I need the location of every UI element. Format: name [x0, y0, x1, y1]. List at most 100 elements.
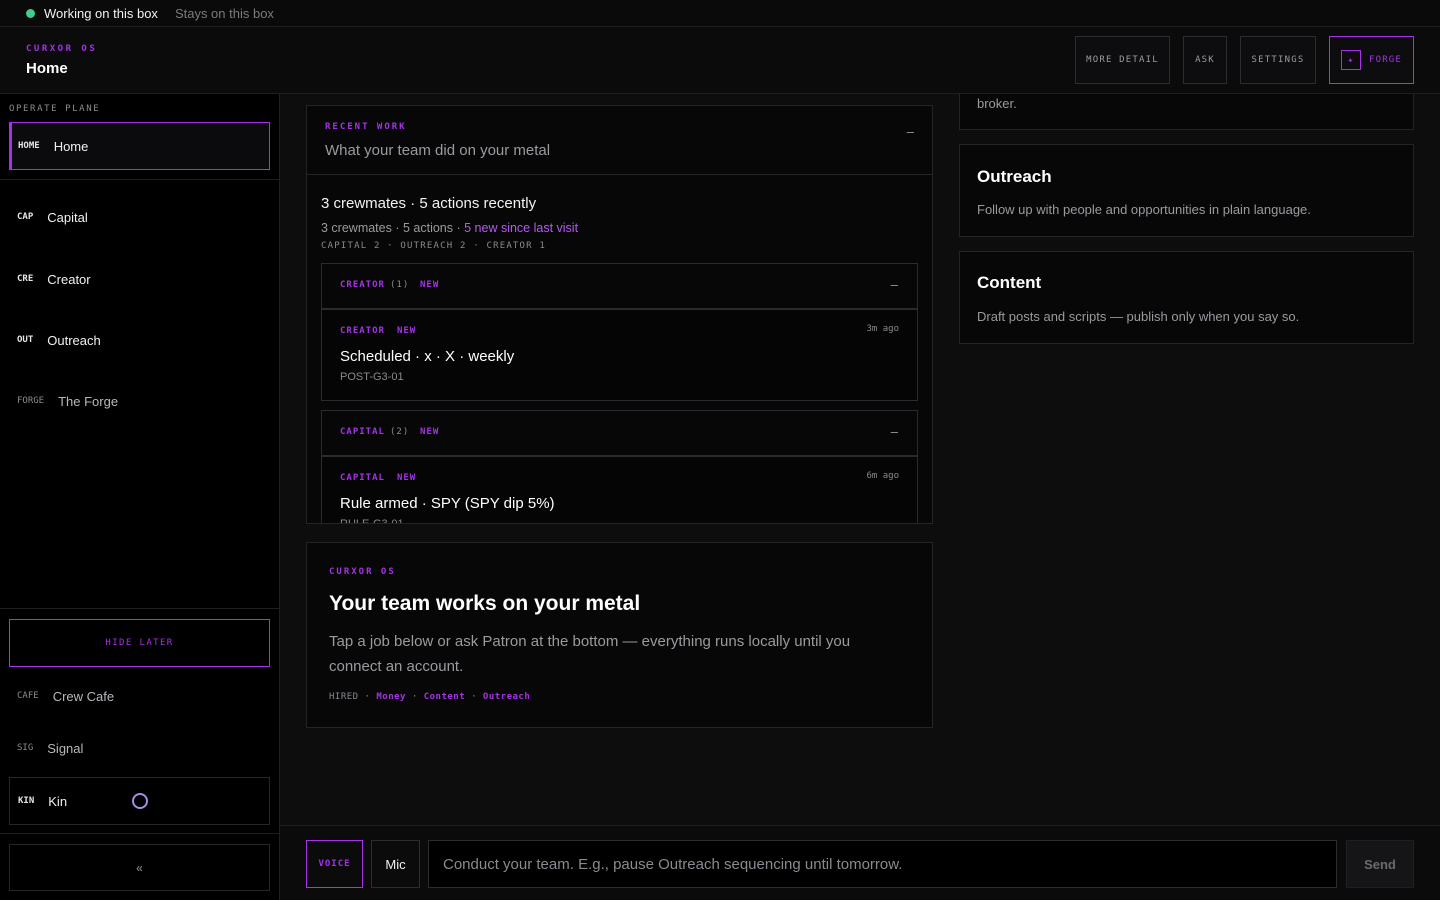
group-collapse-button[interactable]: –: [891, 278, 899, 292]
entry-title: Scheduled · x · X · weekly: [340, 348, 515, 365]
new-badge: NEW: [420, 427, 440, 437]
nav-code: FORGE: [17, 396, 45, 406]
nav-code: CRE: [17, 274, 34, 284]
entry-crew: CAPITAL: [340, 473, 385, 483]
group-count: (1): [390, 280, 410, 290]
hide-later-button[interactable]: HIDE LATER: [9, 619, 270, 667]
main-content: RECENT WORK What your team did on your m…: [280, 94, 1440, 825]
nav-code: HOME: [18, 141, 40, 151]
recent-work-subtitle: What your team did on your metal: [325, 142, 551, 159]
app-header: CURXOR OS Home MORE DETAIL ASK SETTINGS …: [0, 27, 1440, 94]
entry-id: POST-G3-01: [340, 371, 404, 383]
mic-button[interactable]: Mic: [371, 840, 420, 888]
settings-button[interactable]: SETTINGS: [1240, 36, 1316, 84]
recent-work-collapse-button[interactable]: –: [907, 124, 914, 139]
nav-label: Capital: [47, 209, 88, 225]
activity-group-capital: CAPITAL (2) NEW – CAPITAL NEW 6m ago Rule…: [321, 410, 918, 524]
capital-card[interactable]: broker.: [959, 94, 1414, 130]
group-name: CREATOR: [340, 280, 385, 290]
intro-text: Tap a job below or ask Patron at the bot…: [329, 633, 851, 675]
intro-kicker: CURXOR OS: [329, 567, 396, 577]
sidebar: OPERATE PLANE HOME Home CAP Capital CRE …: [0, 94, 280, 900]
recent-work-detail: 3 crewmates · 5 actions · 5 new since la…: [321, 221, 578, 235]
more-detail-button[interactable]: MORE DETAIL: [1075, 36, 1170, 84]
status-primary: Working on this box: [44, 5, 158, 21]
brand-label: CURXOR OS: [26, 44, 98, 54]
nav-code: CAP: [17, 212, 34, 222]
activity-group-creator: CREATOR (1) NEW – CREATOR NEW 3m ago Sche…: [321, 263, 918, 401]
content-card-title: Content: [977, 273, 1042, 292]
nav-label: Home: [53, 138, 89, 154]
send-button[interactable]: Send: [1346, 840, 1414, 888]
forge-button-label: FORGE: [1368, 55, 1403, 65]
outreach-card-text: Follow up with people and opportunities …: [977, 202, 1311, 217]
sidebar-item-outreach[interactable]: OUT Outreach: [9, 316, 270, 364]
entry-time: 6m ago: [866, 471, 899, 481]
tag-separator: ·: [405, 692, 424, 702]
recent-work-header: RECENT WORK What your team did on your m…: [307, 106, 932, 175]
outreach-card[interactable]: Outreach Follow up with people and oppor…: [959, 144, 1414, 237]
sidebar-item-capital[interactable]: CAP Capital: [9, 193, 270, 241]
entry-tag: CAPITAL NEW: [340, 473, 416, 483]
content-card[interactable]: Content Draft posts and scripts — publis…: [959, 251, 1414, 344]
hired-tag-money[interactable]: Money: [376, 692, 406, 702]
sidebar-divider: [0, 179, 280, 180]
sidebar-item-kin[interactable]: KIN Kin: [9, 777, 270, 825]
ask-button[interactable]: ASK: [1183, 36, 1227, 84]
tag-separator: ·: [465, 692, 483, 702]
nav-label: Kin: [48, 793, 68, 809]
sidebar-item-crew-cafe[interactable]: CAFE Crew Cafe: [9, 672, 270, 720]
sidebar-item-creator[interactable]: CRE Creator: [9, 255, 270, 303]
command-input[interactable]: [428, 840, 1337, 888]
group-header[interactable]: CAPITAL (2) NEW –: [322, 411, 917, 456]
hired-tags: HIRED · Money · Content · Outreach: [329, 692, 530, 702]
hired-tag-content[interactable]: Content: [424, 692, 465, 702]
sidebar-divider: [0, 608, 280, 609]
intro-title: Your team works on your metal: [329, 592, 641, 615]
sidebar-item-signal[interactable]: SIG Signal: [9, 724, 270, 772]
entry-time: 3m ago: [866, 324, 899, 334]
nav-code: CAFE: [17, 691, 39, 701]
entry-id: RULE-G3-01: [340, 518, 404, 524]
sidebar-divider: [0, 833, 280, 834]
recent-work-summary: 3 crewmates · 5 actions recently: [321, 195, 537, 212]
voice-button[interactable]: VOICE: [306, 840, 363, 888]
group-count: (2): [390, 427, 410, 437]
group-name: CAPITAL: [340, 427, 385, 437]
nav-label: Outreach: [47, 332, 101, 348]
collapse-sidebar-button[interactable]: «: [9, 844, 270, 891]
new-badge: NEW: [396, 326, 417, 336]
capital-card-text: broker.: [977, 96, 1017, 111]
group-header[interactable]: CREATOR (1) NEW –: [322, 264, 917, 309]
nav-label: Creator: [47, 271, 91, 287]
activity-entry[interactable]: CAPITAL NEW 6m ago Rule armed · SPY (SPY …: [322, 456, 917, 524]
sidebar-item-forge[interactable]: FORGE The Forge: [9, 377, 270, 425]
forge-button[interactable]: ✦ FORGE: [1329, 36, 1414, 84]
new-badge: NEW: [396, 473, 417, 483]
status-secondary: Stays on this box: [174, 5, 274, 21]
outreach-card-title: Outreach: [977, 167, 1052, 186]
hired-label: HIRED: [329, 692, 359, 702]
content-card-text: Draft posts and scripts — publish only w…: [977, 309, 1300, 324]
new-since-visit-link[interactable]: 5 new since last visit: [464, 221, 578, 235]
sidebar-item-home[interactable]: HOME Home: [9, 122, 270, 170]
entry-crew: CREATOR: [340, 326, 385, 336]
nav-code: OUT: [17, 335, 34, 345]
sidebar-heading: OPERATE PLANE: [9, 104, 101, 114]
intro-card: CURXOR OS Your team works on your metal …: [306, 542, 933, 728]
recent-work-breakdown: CAPITAL 2 · OUTREACH 2 · CREATOR 1: [321, 241, 547, 251]
nav-label: Signal: [47, 740, 84, 756]
page-title: Home: [26, 60, 68, 77]
nav-code: KIN: [18, 796, 35, 806]
nav-code: SIG: [17, 743, 34, 753]
activity-entry[interactable]: CREATOR NEW 3m ago Scheduled · x · X · we…: [322, 309, 917, 400]
nav-label: The Forge: [58, 393, 119, 409]
recent-work-card: RECENT WORK What your team did on your m…: [306, 105, 933, 524]
loading-ring-icon: [132, 793, 148, 809]
sparkle-icon: ✦: [1340, 50, 1361, 70]
tag-separator: ·: [358, 692, 377, 702]
nav-label: Crew Cafe: [52, 688, 115, 704]
new-badge: NEW: [420, 280, 440, 290]
group-collapse-button[interactable]: –: [891, 425, 899, 439]
hired-tag-outreach[interactable]: Outreach: [483, 692, 530, 702]
